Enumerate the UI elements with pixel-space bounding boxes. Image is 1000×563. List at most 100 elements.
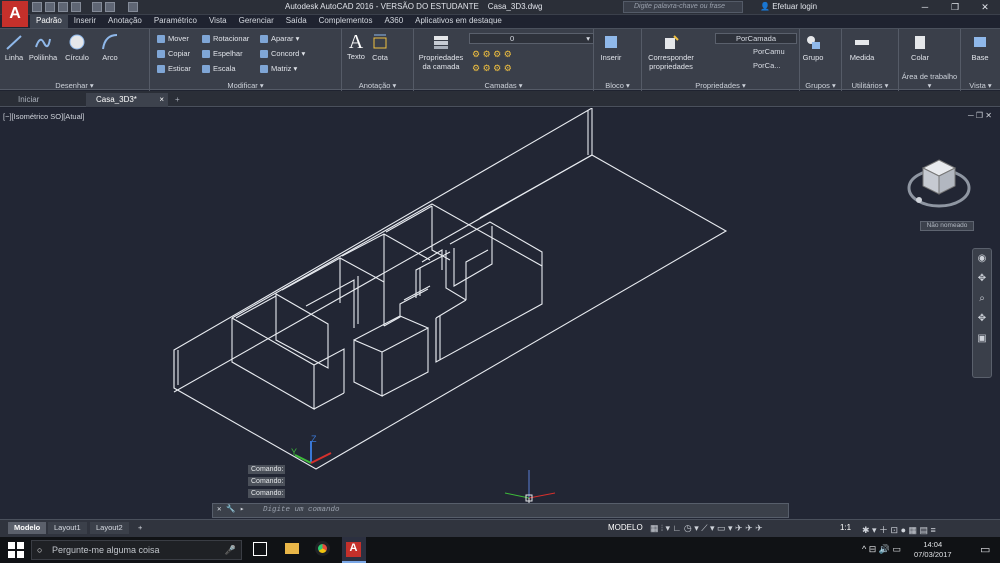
tab-layout2[interactable]: Layout2 xyxy=(90,522,129,534)
copiar-button[interactable]: Copiar xyxy=(157,49,190,59)
ucs-menu[interactable]: Não nomeado xyxy=(920,221,974,231)
tab-parametrico[interactable]: Paramétrico xyxy=(148,15,203,28)
add-layout-button[interactable]: + xyxy=(132,522,148,534)
camadas-title[interactable]: Camadas ▾ xyxy=(414,81,593,90)
tab-vista[interactable]: Vista xyxy=(203,15,233,28)
status-tools[interactable]: ✱ ▾ ＋ ⊡ ● ▦ ▤ ≡ xyxy=(862,523,936,536)
home-icon[interactable] xyxy=(916,197,922,203)
bloco-title[interactable]: Bloco ▾ xyxy=(594,81,641,90)
notifications-icon[interactable]: ▭ xyxy=(980,543,990,556)
new-tab-button[interactable]: + xyxy=(170,93,185,107)
tab-padrao[interactable]: Padrão xyxy=(30,15,68,28)
close-tab-icon[interactable]: × xyxy=(159,95,164,104)
save-as-icon[interactable] xyxy=(71,2,81,12)
system-tray[interactable]: ^ ⊟ 🔊 ▭ xyxy=(862,544,901,555)
lineweight-select[interactable]: PorCa... xyxy=(715,61,797,72)
print-icon[interactable] xyxy=(92,2,102,12)
colar-button[interactable]: Colar xyxy=(907,33,933,62)
lineweight-value: PorCa... xyxy=(753,61,781,70)
cota-button[interactable]: Cota xyxy=(369,33,391,62)
windows-start-icon[interactable] xyxy=(8,542,24,558)
tab-layout1[interactable]: Layout1 xyxy=(48,522,87,534)
command-tools-icon[interactable]: ✕ 🔧 ▸ xyxy=(217,504,244,517)
propriedades-title[interactable]: Propriedades ▾ xyxy=(642,81,799,90)
tab-aplicativos[interactable]: Aplicativos em destaque xyxy=(409,15,508,28)
tab-anotacao[interactable]: Anotação xyxy=(102,15,148,28)
group-anotacao: A Texto Cota Anotação ▾ xyxy=(342,29,414,91)
circulo-button[interactable]: Círculo xyxy=(62,33,92,62)
layer-tools-2-icon[interactable]: ⚙ ⚙ ⚙ ⚙ xyxy=(472,63,512,74)
chevron-down-icon: ▾ xyxy=(586,34,590,43)
drawing-viewport[interactable]: [−][Isométrico SO][Atual] ─ ❐ ✕ Z Y Não … xyxy=(0,108,1000,520)
polilinha-button[interactable]: Polilinha xyxy=(27,33,59,62)
mover-button[interactable]: Mover xyxy=(157,34,189,44)
clock[interactable]: 14:04 07/03/2017 xyxy=(914,540,952,560)
area-title[interactable]: Área de trabalho ▾ xyxy=(899,72,960,90)
redo-icon[interactable] xyxy=(128,2,138,12)
model-space-button[interactable]: MODELO xyxy=(608,523,643,532)
cortana-search[interactable]: ○ Pergunte-me alguma coisa 🎤 xyxy=(31,540,242,560)
layer-select[interactable]: 0 ▾ xyxy=(469,33,594,44)
tab-casa-3d3[interactable]: Casa_3D3* × xyxy=(86,93,168,107)
arc-icon xyxy=(102,34,118,50)
match-properties-button[interactable]: Corresponder propriedades xyxy=(646,33,696,71)
grupo-button[interactable]: Grupo xyxy=(802,33,824,62)
undo-icon[interactable] xyxy=(105,2,115,12)
layer-tools-icon[interactable]: ⚙ ⚙ ⚙ ⚙ xyxy=(472,49,512,60)
rotacionar-button[interactable]: Rotacionar xyxy=(202,34,249,44)
texto-button[interactable]: A Texto xyxy=(344,32,368,61)
login-link[interactable]: 👤 Efetuar login xyxy=(760,2,817,11)
desenhar-title[interactable]: Desenhar ▾ xyxy=(0,81,149,90)
concord-button[interactable]: Concord ▾ xyxy=(260,49,305,59)
linetype-select[interactable]: PorCamu xyxy=(715,47,797,58)
file-explorer-icon[interactable] xyxy=(285,543,299,554)
tab-a360[interactable]: A360 xyxy=(378,15,409,28)
new-file-icon[interactable] xyxy=(32,2,42,12)
microphone-icon[interactable]: 🎤 xyxy=(225,541,236,559)
tab-saida[interactable]: Saída xyxy=(280,15,313,28)
grupos-title[interactable]: Grupos ▾ xyxy=(800,81,841,90)
anotacao-title[interactable]: Anotação ▾ xyxy=(342,81,413,90)
help-search-input[interactable]: Digite palavra-chave ou frase xyxy=(623,1,743,13)
save-icon[interactable] xyxy=(58,2,68,12)
tab-modelo[interactable]: Modelo xyxy=(8,522,47,534)
viewcube[interactable] xyxy=(905,146,973,214)
tab-gerenciar[interactable]: Gerenciar xyxy=(233,15,280,28)
status-toggles[interactable]: ▦ ⦙ ▾ ∟ ◷ ▾ ⟋ ▾ ▭ ▾ ✈ ✈ ✈ xyxy=(650,523,763,534)
tab-inserir[interactable]: Inserir xyxy=(68,15,102,28)
linha-button[interactable]: Linha xyxy=(3,33,25,62)
aparar-button[interactable]: Aparar ▾ xyxy=(260,34,299,44)
close-icon[interactable]: ✕ xyxy=(970,0,1000,14)
matriz-button[interactable]: Matriz ▾ xyxy=(260,64,297,74)
espelhar-button[interactable]: Espelhar xyxy=(202,49,243,59)
ucs-icon: Z Y xyxy=(291,434,332,464)
tab-iniciar[interactable]: Iniciar xyxy=(8,93,49,107)
chrome-icon[interactable] xyxy=(315,541,330,556)
annotation-scale[interactable]: 1:1 xyxy=(840,523,851,532)
autocad-logo-icon[interactable]: A xyxy=(2,1,28,27)
layer-properties-button[interactable]: Propriedades da camada xyxy=(418,33,464,71)
cortana-placeholder: Pergunte-me alguma coisa xyxy=(52,545,160,555)
aparar-label: Aparar xyxy=(271,34,294,43)
vista-title[interactable]: Vista ▾ xyxy=(961,81,1000,90)
dimension-icon xyxy=(373,34,387,49)
escala-button[interactable]: Escala xyxy=(202,64,236,74)
command-input[interactable]: ✕ 🔧 ▸ Digite um comando xyxy=(212,503,789,518)
task-view-icon[interactable] xyxy=(253,542,267,556)
base-button[interactable]: Base xyxy=(965,33,995,62)
nav-tools-icon[interactable]: ◉ ✥ ⌕ ✥ ▣ xyxy=(973,249,991,349)
modificar-title[interactable]: Modificar ▾ xyxy=(150,81,341,90)
inserir-button[interactable]: Inserir xyxy=(598,33,624,62)
color-select[interactable]: PorCamada xyxy=(715,33,797,44)
restore-icon[interactable]: ❐ xyxy=(940,0,970,14)
esticar-button[interactable]: Esticar xyxy=(157,64,191,74)
navigation-bar[interactable]: ◉ ✥ ⌕ ✥ ▣ xyxy=(972,248,992,378)
arco-button[interactable]: Arco xyxy=(96,33,124,62)
copy-icon xyxy=(157,50,165,59)
minimize-icon[interactable]: ─ xyxy=(910,0,940,14)
tab-complementos[interactable]: Complementos xyxy=(313,15,379,28)
autocad-taskbar-button[interactable]: A xyxy=(342,537,366,563)
utilitarios-title[interactable]: Utilitários ▾ xyxy=(842,81,898,90)
open-file-icon[interactable] xyxy=(45,2,55,12)
medida-button[interactable]: Medida xyxy=(846,33,878,62)
